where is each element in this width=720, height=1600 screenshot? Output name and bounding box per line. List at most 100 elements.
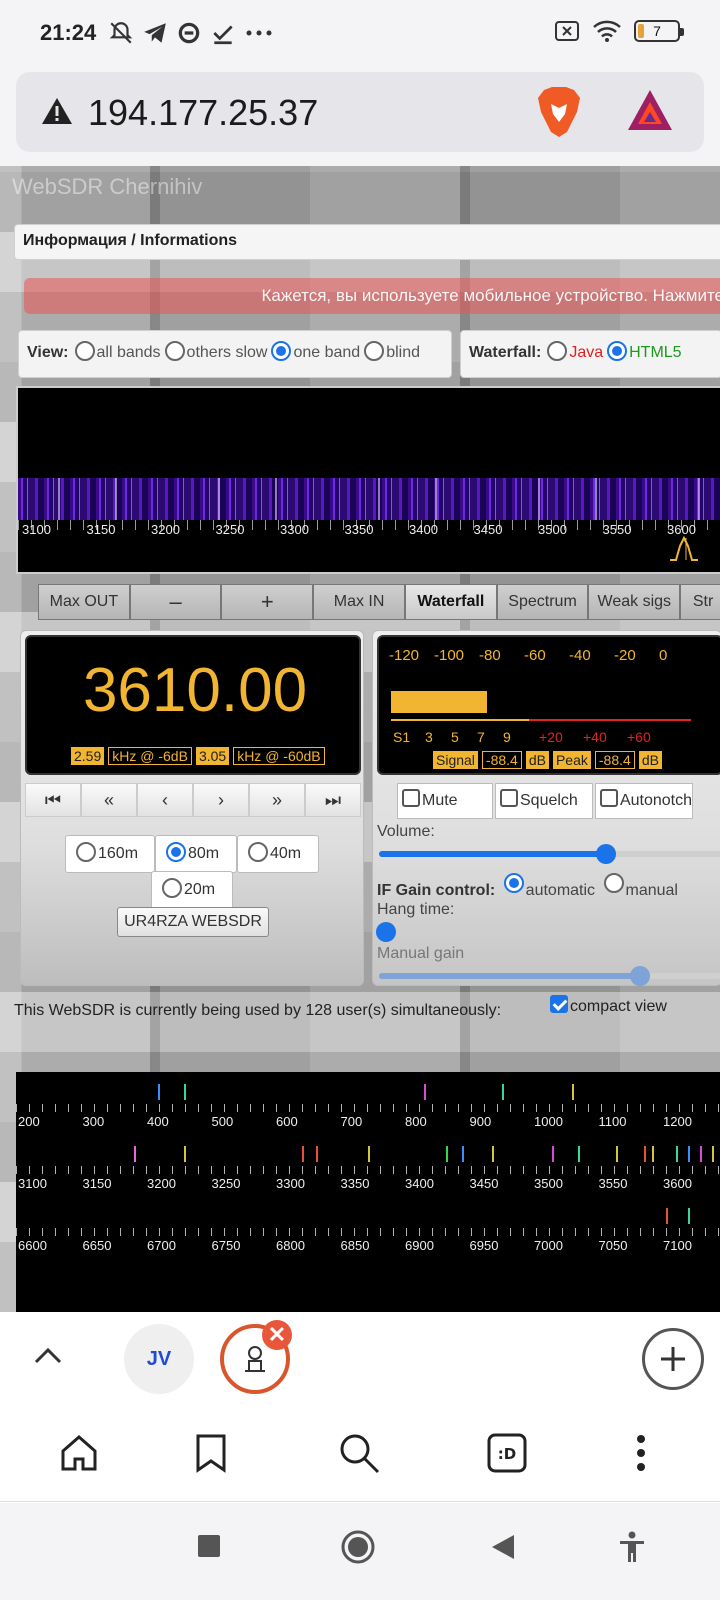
- tune-last-button[interactable]: ⏭: [305, 783, 361, 817]
- passband-marker-icon[interactable]: [668, 536, 704, 562]
- band-160m-button[interactable]: 160m: [65, 835, 155, 873]
- max-out-button[interactable]: Max OUT: [39, 585, 131, 619]
- compact-view-label[interactable]: compact view: [570, 998, 667, 1016]
- squelch-checkbox[interactable]: [500, 789, 518, 807]
- recents-square-icon[interactable]: [196, 1533, 222, 1559]
- band-80m-radio[interactable]: [166, 842, 186, 862]
- close-tab-icon[interactable]: ✕: [262, 1320, 292, 1350]
- band-axis-label: 300: [82, 1114, 105, 1129]
- listener-marker: [676, 1146, 678, 1162]
- view-radio-blind[interactable]: [364, 341, 385, 361]
- compact-view-toggle[interactable]: compact view: [550, 995, 667, 1016]
- listener-marker: [616, 1146, 618, 1162]
- meter-s-unit-label: 7: [477, 729, 485, 745]
- zoom-in-button[interactable]: +: [222, 585, 315, 619]
- band-40m-button[interactable]: 40m: [237, 835, 319, 873]
- site-title: WebSDR Chernihiv: [12, 174, 203, 199]
- autonotch-checkbox[interactable]: [600, 789, 618, 807]
- view-radio-all-bands[interactable]: [74, 341, 95, 361]
- band-160m-radio[interactable]: [76, 842, 96, 862]
- tune-down-button[interactable]: ‹: [137, 783, 193, 817]
- chevron-up-icon[interactable]: [30, 1338, 66, 1374]
- tune-first-button[interactable]: ⏮: [25, 783, 81, 817]
- frequency-display[interactable]: 3610.00 2.59 kHz @ -6dB 3.05 kHz @ -60dB: [25, 635, 361, 775]
- spectrum-button[interactable]: Spectrum: [497, 585, 590, 619]
- zoom-out-button[interactable]: –: [130, 585, 223, 619]
- mute-toggle[interactable]: Mute: [397, 783, 493, 819]
- listener-marker: [462, 1146, 464, 1162]
- waterfall-option-java[interactable]: Java: [569, 344, 603, 362]
- tab-jv[interactable]: JV: [124, 1324, 194, 1394]
- brave-shields-icon[interactable]: [536, 86, 582, 138]
- tune-fast-up-button[interactable]: »: [249, 783, 305, 817]
- if-gain-manual-label[interactable]: manual: [626, 882, 678, 899]
- no-sim-icon: [555, 21, 579, 41]
- hang-time-slider[interactable]: [375, 922, 720, 942]
- tune-up-button[interactable]: ›: [193, 783, 249, 817]
- home-circle-icon[interactable]: [340, 1529, 376, 1565]
- band-axis-label: 3400: [405, 1176, 434, 1191]
- waterfall-button[interactable]: Waterfall: [405, 585, 498, 619]
- bands-overview[interactable]: 200 300 400 500 600 700 800 900 1000 1100 1200 3100…: [16, 1072, 720, 1312]
- new-tab-button[interactable]: [642, 1328, 704, 1390]
- bookmarks-button[interactable]: [186, 1428, 236, 1478]
- hang-time-slider-handle[interactable]: [375, 922, 396, 942]
- search-button[interactable]: [334, 1428, 384, 1478]
- waterfall-radio-java[interactable]: [547, 341, 568, 361]
- autonotch-toggle[interactable]: Autonotch: [595, 783, 693, 819]
- strong-sigs-button[interactable]: Str: [681, 585, 720, 619]
- view-option-all-bands[interactable]: all bands: [97, 344, 161, 362]
- if-gain-automatic-label[interactable]: automatic: [526, 882, 595, 899]
- volume-slider-handle[interactable]: [596, 844, 617, 864]
- band-40m-radio[interactable]: [248, 842, 268, 862]
- band-80m-button[interactable]: 80m: [155, 835, 237, 873]
- view-option-others-slow[interactable]: others slow: [187, 344, 268, 362]
- view-option-one-band[interactable]: one band: [293, 344, 360, 362]
- band-axis-label: 6750: [211, 1238, 241, 1253]
- if-gain-manual-radio[interactable]: [603, 873, 624, 893]
- if-gain-automatic-radio[interactable]: [503, 873, 524, 893]
- band-20m-radio[interactable]: [162, 878, 182, 898]
- band-160m-label[interactable]: 160m: [98, 845, 138, 863]
- weak-sigs-button[interactable]: Weak sigs: [589, 585, 682, 619]
- band-axis-label: 3100: [18, 1176, 47, 1191]
- squelch-toggle[interactable]: Squelch: [495, 783, 593, 819]
- waterfall-radio-html5[interactable]: [607, 341, 628, 361]
- accessibility-icon[interactable]: [618, 1531, 646, 1563]
- volume-slider[interactable]: [379, 844, 720, 864]
- home-button[interactable]: [54, 1428, 104, 1478]
- frequency-value[interactable]: 3610.00: [27, 655, 363, 726]
- listener-marker: [134, 1146, 136, 1162]
- autonotch-label[interactable]: Autonotch: [620, 792, 692, 810]
- listener-marker: [184, 1084, 186, 1100]
- listener-marker: [644, 1146, 646, 1162]
- mobile-device-banner[interactable]: Кажется, вы используете мобильное устрой…: [24, 278, 720, 314]
- tune-fast-down-button[interactable]: «: [81, 783, 137, 817]
- brave-rewards-icon[interactable]: [626, 88, 674, 132]
- view-radio-one-band[interactable]: [271, 341, 292, 361]
- compact-view-checkbox[interactable]: [550, 995, 568, 1013]
- url-text[interactable]: 194.177.25.37: [88, 92, 318, 134]
- tab-switcher-button[interactable]: :D: [482, 1428, 532, 1478]
- max-in-button[interactable]: Max IN: [314, 585, 406, 619]
- meter-s-unit-label: +60: [627, 729, 651, 745]
- mute-label[interactable]: Mute: [422, 792, 458, 810]
- band-20m-button[interactable]: 20m: [151, 871, 233, 909]
- waterfall-display[interactable]: 3100 3150 3200 3250 3300 3350 3400 3450 3500 3550…: [16, 386, 720, 574]
- mute-checkbox[interactable]: [402, 789, 420, 807]
- waterfall-option-html5[interactable]: HTML5: [629, 344, 681, 362]
- info-bar[interactable]: Информация / Informations: [14, 224, 720, 260]
- station-link-button[interactable]: UR4RZA WEBSDR: [117, 907, 269, 937]
- band-40m-label[interactable]: 40m: [270, 845, 301, 863]
- squelch-label[interactable]: Squelch: [520, 792, 578, 810]
- band-20m-label[interactable]: 20m: [184, 881, 215, 899]
- address-bar[interactable]: 194.177.25.37: [16, 72, 704, 152]
- warning-icon[interactable]: [40, 96, 74, 126]
- view-radio-others-slow[interactable]: [164, 341, 185, 361]
- menu-button[interactable]: [616, 1428, 666, 1478]
- waterfall-axis-label: 3600: [667, 522, 696, 537]
- band-80m-label[interactable]: 80m: [188, 845, 219, 863]
- view-option-blind[interactable]: blind: [386, 344, 420, 362]
- back-triangle-icon[interactable]: [490, 1533, 516, 1561]
- waterfall-signals: [18, 478, 720, 520]
